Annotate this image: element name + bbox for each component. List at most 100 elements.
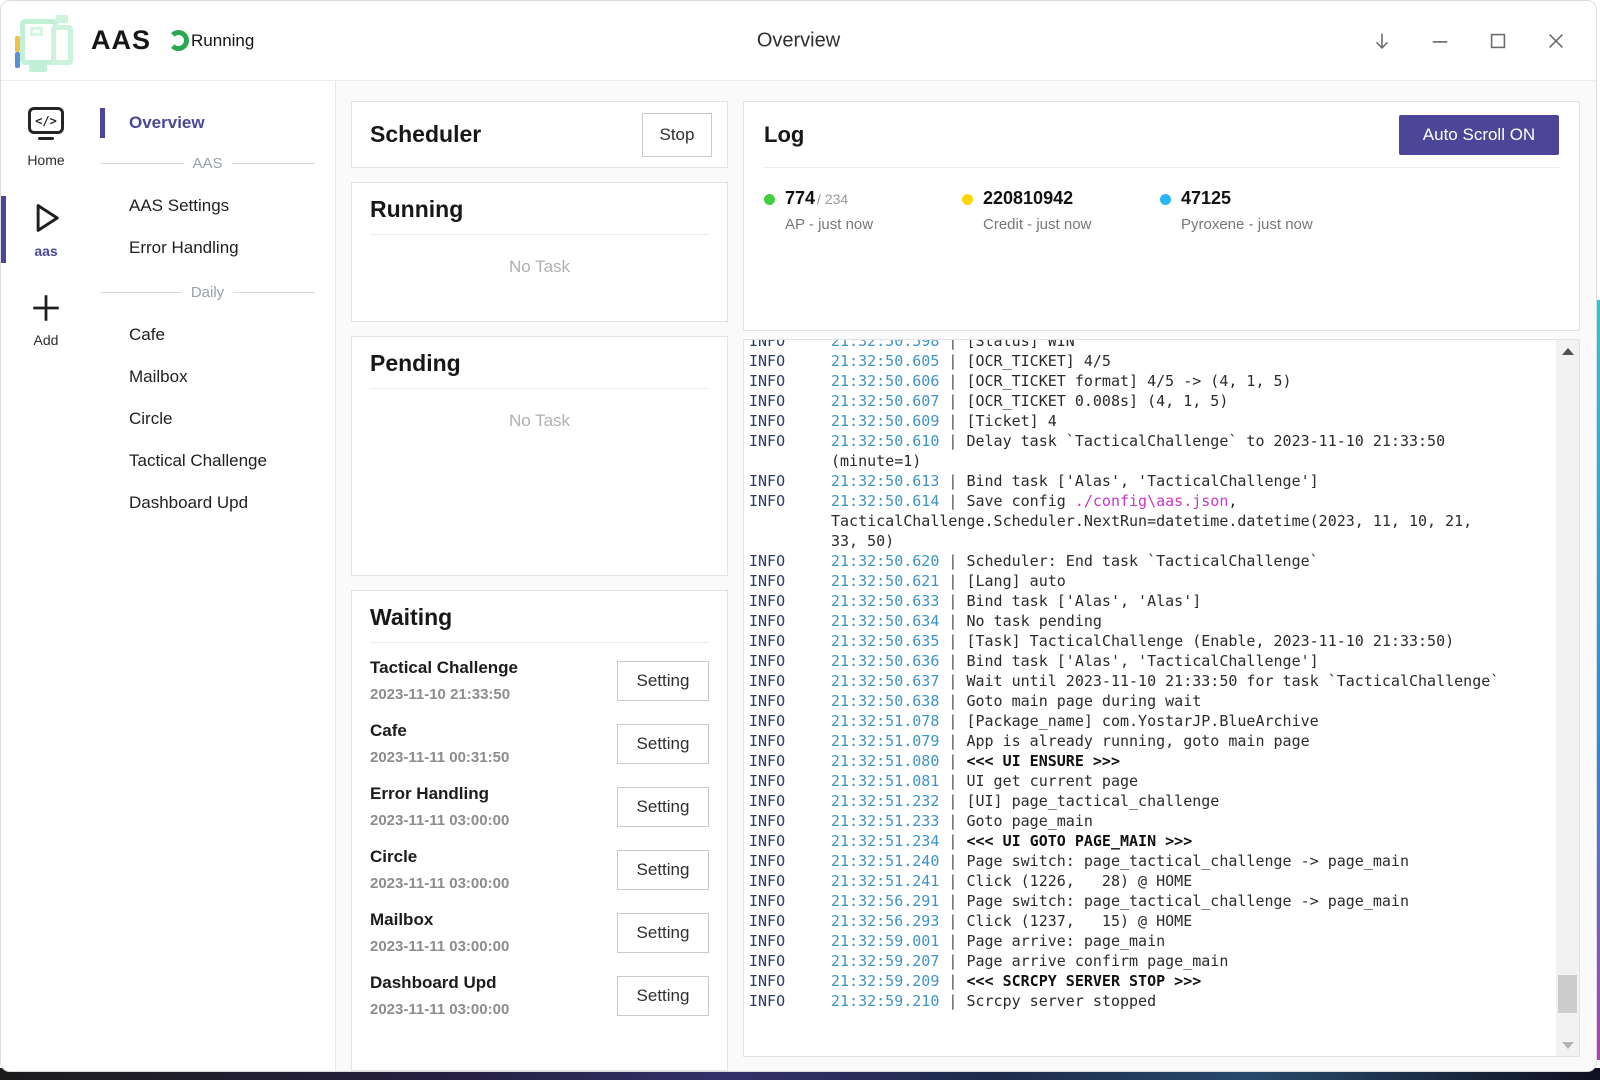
- log-line: INFO21:32:50.635 | [Task] TacticalChalle…: [749, 631, 1549, 651]
- log-separator: |: [939, 872, 966, 890]
- log-timestamp: 21:32:50.638: [831, 692, 939, 710]
- log-level: INFO: [749, 671, 831, 691]
- log-timestamp: 21:32:51.081: [831, 772, 939, 790]
- stat-value: 220810942: [983, 188, 1073, 209]
- log-message: [Task] TacticalChallenge (Enable, 2023-1…: [966, 632, 1454, 650]
- waiting-item: Mailbox2023-11-11 03:00:00Setting: [370, 901, 709, 964]
- log-level: INFO: [749, 491, 831, 511]
- log-line: INFO21:32:59.001 | Page arrive: page_mai…: [749, 931, 1549, 951]
- stat-body: 774 / 234AP - just now: [785, 188, 873, 233]
- maximize-button[interactable]: [1486, 29, 1510, 53]
- log-message: <<< SCRCPY SERVER STOP >>>: [966, 972, 1201, 990]
- log-line: INFO21:32:51.241 | Click (1226, 28) @ HO…: [749, 871, 1549, 891]
- rail-item-aas[interactable]: aas: [1, 196, 91, 263]
- log-timestamp: 21:32:51.079: [831, 732, 939, 750]
- log-header: Log Auto Scroll ON: [764, 102, 1559, 168]
- log-timestamp: 21:32:51.080: [831, 752, 939, 770]
- scrollbar-up-arrow-icon[interactable]: [1556, 340, 1579, 362]
- setting-button[interactable]: Setting: [617, 913, 709, 953]
- log-message: <<< UI ENSURE >>>: [966, 752, 1120, 770]
- log-line: INFO21:32:59.210 | Scrcpy server stopped: [749, 991, 1549, 1011]
- log-level: INFO: [749, 431, 831, 451]
- log-timestamp: 21:32:50.613: [831, 472, 939, 490]
- log-timestamp: 21:32:50.609: [831, 412, 939, 430]
- nav-item-circle[interactable]: Circle: [91, 398, 335, 440]
- nav-item-label: Overview: [129, 113, 205, 133]
- waiting-item: Dashboard Upd2023-11-11 03:00:00Setting: [370, 964, 709, 1027]
- auto-scroll-button[interactable]: Auto Scroll ON: [1399, 115, 1559, 155]
- scrollbar-down-arrow-icon[interactable]: [1556, 1034, 1579, 1056]
- stat-dot-icon: [764, 194, 775, 205]
- log-timestamp: 21:32:50.610: [831, 432, 939, 450]
- log-separator: |: [939, 832, 966, 850]
- log-message: [Package_name] com.YostarJP.BlueArchive: [966, 712, 1318, 730]
- rail-item-label: Add: [34, 332, 59, 348]
- scrollbar-thumb[interactable]: [1558, 975, 1577, 1013]
- minimize-button[interactable]: [1428, 29, 1452, 53]
- nav-item-mailbox[interactable]: Mailbox: [91, 356, 335, 398]
- log-level: INFO: [749, 751, 831, 771]
- waiting-item-next-run: 2023-11-11 03:00:00: [370, 875, 509, 892]
- waiting-item-name: Dashboard Upd: [370, 973, 509, 993]
- log-separator: |: [939, 972, 966, 990]
- rail-item-home[interactable]: </> Home: [1, 103, 91, 172]
- close-button[interactable]: [1544, 29, 1568, 53]
- log-timestamp: 21:32:56.293: [831, 912, 939, 930]
- rail-item-add[interactable]: Add: [1, 287, 91, 352]
- log-separator: |: [939, 652, 966, 670]
- log-line: INFO21:32:50.614 | Save config ./config\…: [749, 491, 1549, 551]
- nav-item-overview[interactable]: Overview: [91, 106, 335, 140]
- log-line: INFO21:32:50.607 | [OCR_TICKET 0.008s] (…: [749, 391, 1549, 411]
- setting-button[interactable]: Setting: [617, 724, 709, 764]
- download-update-button[interactable]: [1370, 29, 1394, 53]
- log-line: INFO21:32:51.081 | UI get current page: [749, 771, 1549, 791]
- log-line: INFO21:32:50.638 | Goto main page during…: [749, 691, 1549, 711]
- log-line: INFO21:32:50.636 | Bind task ['Alas', 'T…: [749, 651, 1549, 671]
- nav-item-cafe[interactable]: Cafe: [91, 314, 335, 356]
- minimize-icon: [1429, 30, 1451, 52]
- log-scrollbar[interactable]: [1556, 340, 1579, 1056]
- nav-item-dashboard-upd[interactable]: Dashboard Upd: [91, 482, 335, 524]
- log-separator: |: [939, 912, 966, 930]
- log-separator: |: [939, 432, 966, 450]
- log-console[interactable]: INFO21:32:50.598 | [Status] WININFO21:32…: [743, 339, 1580, 1057]
- scheduler-title: Scheduler: [370, 121, 481, 148]
- setting-button[interactable]: Setting: [617, 787, 709, 827]
- log-separator: |: [939, 612, 966, 630]
- stat-value-row: 220810942: [983, 188, 1091, 209]
- divider-line: [233, 292, 315, 293]
- log-level: INFO: [749, 911, 831, 931]
- stop-button[interactable]: Stop: [642, 113, 712, 157]
- log-message: Page arrive: page_main: [966, 932, 1165, 950]
- log-message: Page switch: page_tactical_challenge -> …: [966, 892, 1409, 910]
- log-message: [Ticket] 4: [966, 412, 1056, 430]
- log-level: INFO: [749, 339, 831, 351]
- main-content: Scheduler Stop Running No Task Pending: [336, 81, 1596, 1071]
- setting-button[interactable]: Setting: [617, 850, 709, 890]
- active-indicator-bar: [100, 108, 105, 138]
- rail-item-label: aas: [34, 243, 57, 259]
- pending-title: Pending: [370, 350, 709, 377]
- log-message: <<< UI GOTO PAGE_MAIN >>>: [966, 832, 1192, 850]
- log-line: INFO21:32:51.232 | [UI] page_tactical_ch…: [749, 791, 1549, 811]
- log-level: INFO: [749, 931, 831, 951]
- nav-item-aas-settings[interactable]: AAS Settings: [91, 185, 335, 227]
- waiting-item: Cafe2023-11-11 00:31:50Setting: [370, 712, 709, 775]
- nav-item-tactical-challenge[interactable]: Tactical Challenge: [91, 440, 335, 482]
- log-line: INFO21:32:50.621 | [Lang] auto: [749, 571, 1549, 591]
- page-title: Overview: [757, 29, 840, 52]
- log-level: INFO: [749, 771, 831, 791]
- log-timestamp: 21:32:56.291: [831, 892, 939, 910]
- waiting-item-next-run: 2023-11-11 03:00:00: [370, 938, 509, 955]
- log-line: INFO21:32:50.606 | [OCR_TICKET format] 4…: [749, 371, 1549, 391]
- log-separator: |: [939, 852, 966, 870]
- log-message: Click (1237, 15) @ HOME: [966, 912, 1192, 930]
- stat-value: 774: [785, 188, 815, 209]
- log-message: Wait until 2023-11-10 21:33:50 for task …: [966, 672, 1499, 690]
- nav-item-error-handling[interactable]: Error Handling: [91, 227, 335, 269]
- setting-button[interactable]: Setting: [617, 976, 709, 1016]
- log-timestamp: 21:32:51.241: [831, 872, 939, 890]
- log-line: INFO21:32:51.078 | [Package_name] com.Yo…: [749, 711, 1549, 731]
- setting-button[interactable]: Setting: [617, 661, 709, 701]
- log-level: INFO: [749, 791, 831, 811]
